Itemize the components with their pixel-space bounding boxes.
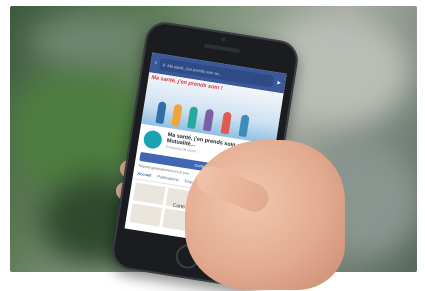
leaf-blur [30,16,150,66]
search-icon: ⚲ [162,61,166,68]
runner-figure [187,106,199,130]
page-avatar[interactable] [141,128,165,152]
runner-figure [155,101,167,125]
tab-publications[interactable]: Publications [157,174,179,182]
runner-figure [238,114,250,138]
search-text: Ma santé, j'en prends soin av... [167,62,223,77]
back-arrow-icon[interactable]: ‹ [154,60,157,66]
tab-accueil[interactable]: Accueil [137,171,152,178]
speaker-grille [203,43,240,54]
hand [185,140,345,290]
runner-figure [202,108,215,132]
runner-figure [171,103,183,127]
share-icon[interactable]: ➤ [276,79,282,87]
runner-figure [220,111,232,135]
front-camera [221,37,226,42]
